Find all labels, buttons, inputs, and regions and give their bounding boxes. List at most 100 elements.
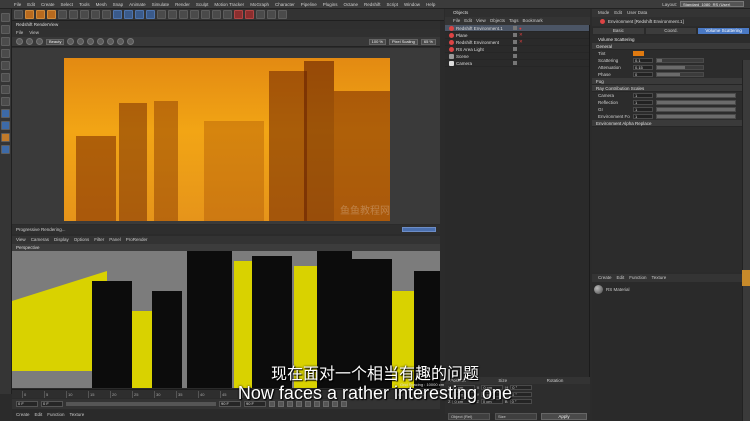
tint-color-swatch[interactable] bbox=[633, 51, 644, 56]
redshift-light-icon[interactable] bbox=[245, 10, 254, 19]
visibility-toggle[interactable] bbox=[513, 40, 517, 44]
objects-menu-file[interactable]: File bbox=[453, 17, 460, 25]
viewport-menu-display[interactable]: Display bbox=[54, 236, 69, 244]
param-value-field[interactable]: 0.15 bbox=[633, 65, 653, 70]
viewport-menu-prorender[interactable]: ProRender bbox=[126, 236, 148, 244]
start-render-icon[interactable] bbox=[16, 38, 23, 45]
ray-slider[interactable] bbox=[656, 107, 736, 112]
color-picker-icon[interactable] bbox=[97, 38, 105, 45]
render-settings-icon[interactable] bbox=[135, 10, 144, 19]
menu-motion-tracker[interactable]: Motion Tracker bbox=[214, 2, 244, 7]
attributes-menu-mode[interactable]: Mode bbox=[598, 9, 609, 17]
param-slider[interactable] bbox=[656, 58, 704, 63]
model-mode-icon[interactable] bbox=[1, 25, 10, 34]
menu-mograph[interactable]: MoGraph bbox=[250, 2, 269, 7]
material-menu-create[interactable]: Create bbox=[598, 274, 612, 282]
rotate-tool-icon[interactable] bbox=[47, 10, 56, 19]
ray-value-field[interactable]: 1 bbox=[633, 107, 653, 112]
menu-snap[interactable]: Snap bbox=[113, 2, 124, 7]
select-tool-icon[interactable] bbox=[58, 10, 67, 19]
x-axis-icon[interactable] bbox=[69, 10, 78, 19]
ray-slider[interactable] bbox=[656, 114, 736, 119]
percent-dropdown[interactable]: 65 % bbox=[420, 38, 436, 45]
menu-select[interactable]: Select bbox=[61, 2, 74, 7]
octane-icon[interactable] bbox=[256, 10, 265, 19]
menu-character[interactable]: Character bbox=[275, 2, 295, 7]
menu-render[interactable]: Render bbox=[175, 2, 190, 7]
render-icon[interactable] bbox=[124, 10, 133, 19]
bucket-icon[interactable] bbox=[107, 38, 115, 45]
camera-icon[interactable] bbox=[212, 10, 221, 19]
viewport-menu-view[interactable]: View bbox=[16, 236, 26, 244]
points-mode-icon[interactable] bbox=[1, 61, 10, 70]
undo-icon[interactable] bbox=[14, 10, 23, 19]
disabled-x-icon[interactable]: ✕ bbox=[519, 32, 523, 38]
menu-script[interactable]: Script bbox=[387, 2, 399, 7]
render-view-icon[interactable] bbox=[113, 10, 122, 19]
lock-camera-icon[interactable] bbox=[77, 38, 85, 45]
region-icon[interactable] bbox=[87, 38, 95, 45]
menu-sculpt[interactable]: Sculpt bbox=[196, 2, 209, 7]
fog-group-header[interactable]: Fog bbox=[592, 78, 750, 85]
visibility-toggle[interactable] bbox=[513, 47, 517, 51]
deformer-icon[interactable] bbox=[190, 10, 199, 19]
array-icon[interactable] bbox=[179, 10, 188, 19]
renderview-menu-file[interactable]: File bbox=[16, 29, 23, 37]
object-row[interactable]: RS Area Light bbox=[445, 46, 589, 53]
menu-edit[interactable]: Edit bbox=[27, 2, 35, 7]
move-tool-icon[interactable] bbox=[25, 10, 34, 19]
viewport-menu-panel[interactable]: Panel bbox=[109, 236, 121, 244]
ray-contribution-header[interactable]: Ray Contribution Scales bbox=[592, 85, 750, 92]
tab-basic[interactable]: Basic bbox=[592, 27, 645, 35]
ray-value-field[interactable]: 1 bbox=[633, 93, 653, 98]
aov-dropdown[interactable]: Beauty bbox=[46, 38, 65, 45]
disabled-x-icon[interactable]: ✕ bbox=[519, 39, 523, 45]
side-tab-attributes[interactable] bbox=[742, 270, 750, 286]
snap-icon[interactable] bbox=[1, 109, 10, 118]
material-item[interactable]: RS Material bbox=[594, 284, 630, 295]
sync-icon[interactable] bbox=[127, 38, 135, 45]
pen-icon[interactable] bbox=[157, 10, 166, 19]
bottom-menu-create[interactable]: Create bbox=[16, 410, 30, 421]
viewport-menu-options[interactable]: Options bbox=[74, 236, 90, 244]
scale-tool-icon[interactable] bbox=[36, 10, 45, 19]
coord-mode-dropdown[interactable]: Object (Rel) bbox=[448, 413, 490, 420]
polygons-mode-icon[interactable] bbox=[1, 85, 10, 94]
menu-create[interactable]: Create bbox=[41, 2, 55, 7]
pixel-scaling-dropdown[interactable]: Pixel Scaling bbox=[388, 38, 418, 45]
material-menu-function[interactable]: Function bbox=[629, 274, 646, 282]
object-row[interactable]: Redshift Environment ✕ bbox=[445, 39, 589, 46]
light-icon[interactable] bbox=[223, 10, 232, 19]
plugin-icon[interactable] bbox=[267, 10, 276, 19]
visibility-toggle[interactable] bbox=[513, 54, 517, 58]
menu-redshift[interactable]: Redshift bbox=[364, 2, 381, 7]
texture-mode-icon[interactable] bbox=[1, 37, 10, 46]
make-editable-icon[interactable] bbox=[1, 13, 10, 22]
visibility-toggle[interactable] bbox=[513, 33, 517, 37]
quantize-icon[interactable] bbox=[1, 121, 10, 130]
param-slider[interactable] bbox=[656, 72, 704, 77]
menu-tools[interactable]: Tools bbox=[79, 2, 90, 7]
objects-menu-bookmark[interactable]: Bookmark bbox=[523, 17, 543, 25]
renderview-menu-view[interactable]: View bbox=[29, 29, 39, 37]
cube-icon[interactable] bbox=[146, 10, 155, 19]
visibility-toggle[interactable] bbox=[513, 61, 517, 65]
viewport-menu-cameras[interactable]: Cameras bbox=[31, 236, 49, 244]
general-group-header[interactable]: General bbox=[592, 43, 750, 50]
viewport-menu-filter[interactable]: Filter bbox=[94, 236, 104, 244]
visibility-toggle[interactable] bbox=[513, 26, 517, 30]
object-row[interactable]: Redshift Environment.1 ● bbox=[445, 25, 589, 32]
objects-menu-edit[interactable]: Edit bbox=[464, 17, 472, 25]
objects-menu-tags[interactable]: Tags bbox=[509, 17, 519, 25]
alpha-replace-header[interactable]: Environment Alpha Replace bbox=[592, 120, 750, 127]
save-image-icon[interactable] bbox=[117, 38, 125, 45]
ray-slider[interactable] bbox=[656, 100, 736, 105]
apply-button[interactable]: Apply bbox=[541, 413, 587, 420]
workplane-icon[interactable] bbox=[1, 49, 10, 58]
tab-volume-scattering[interactable]: Volume Scattering bbox=[697, 27, 750, 35]
z-axis-icon[interactable] bbox=[91, 10, 100, 19]
script-icon[interactable] bbox=[278, 10, 287, 19]
material-menu-texture[interactable]: Texture bbox=[652, 274, 667, 282]
tab-coord[interactable]: Coord. bbox=[644, 27, 698, 35]
solo-icon[interactable] bbox=[1, 133, 10, 142]
